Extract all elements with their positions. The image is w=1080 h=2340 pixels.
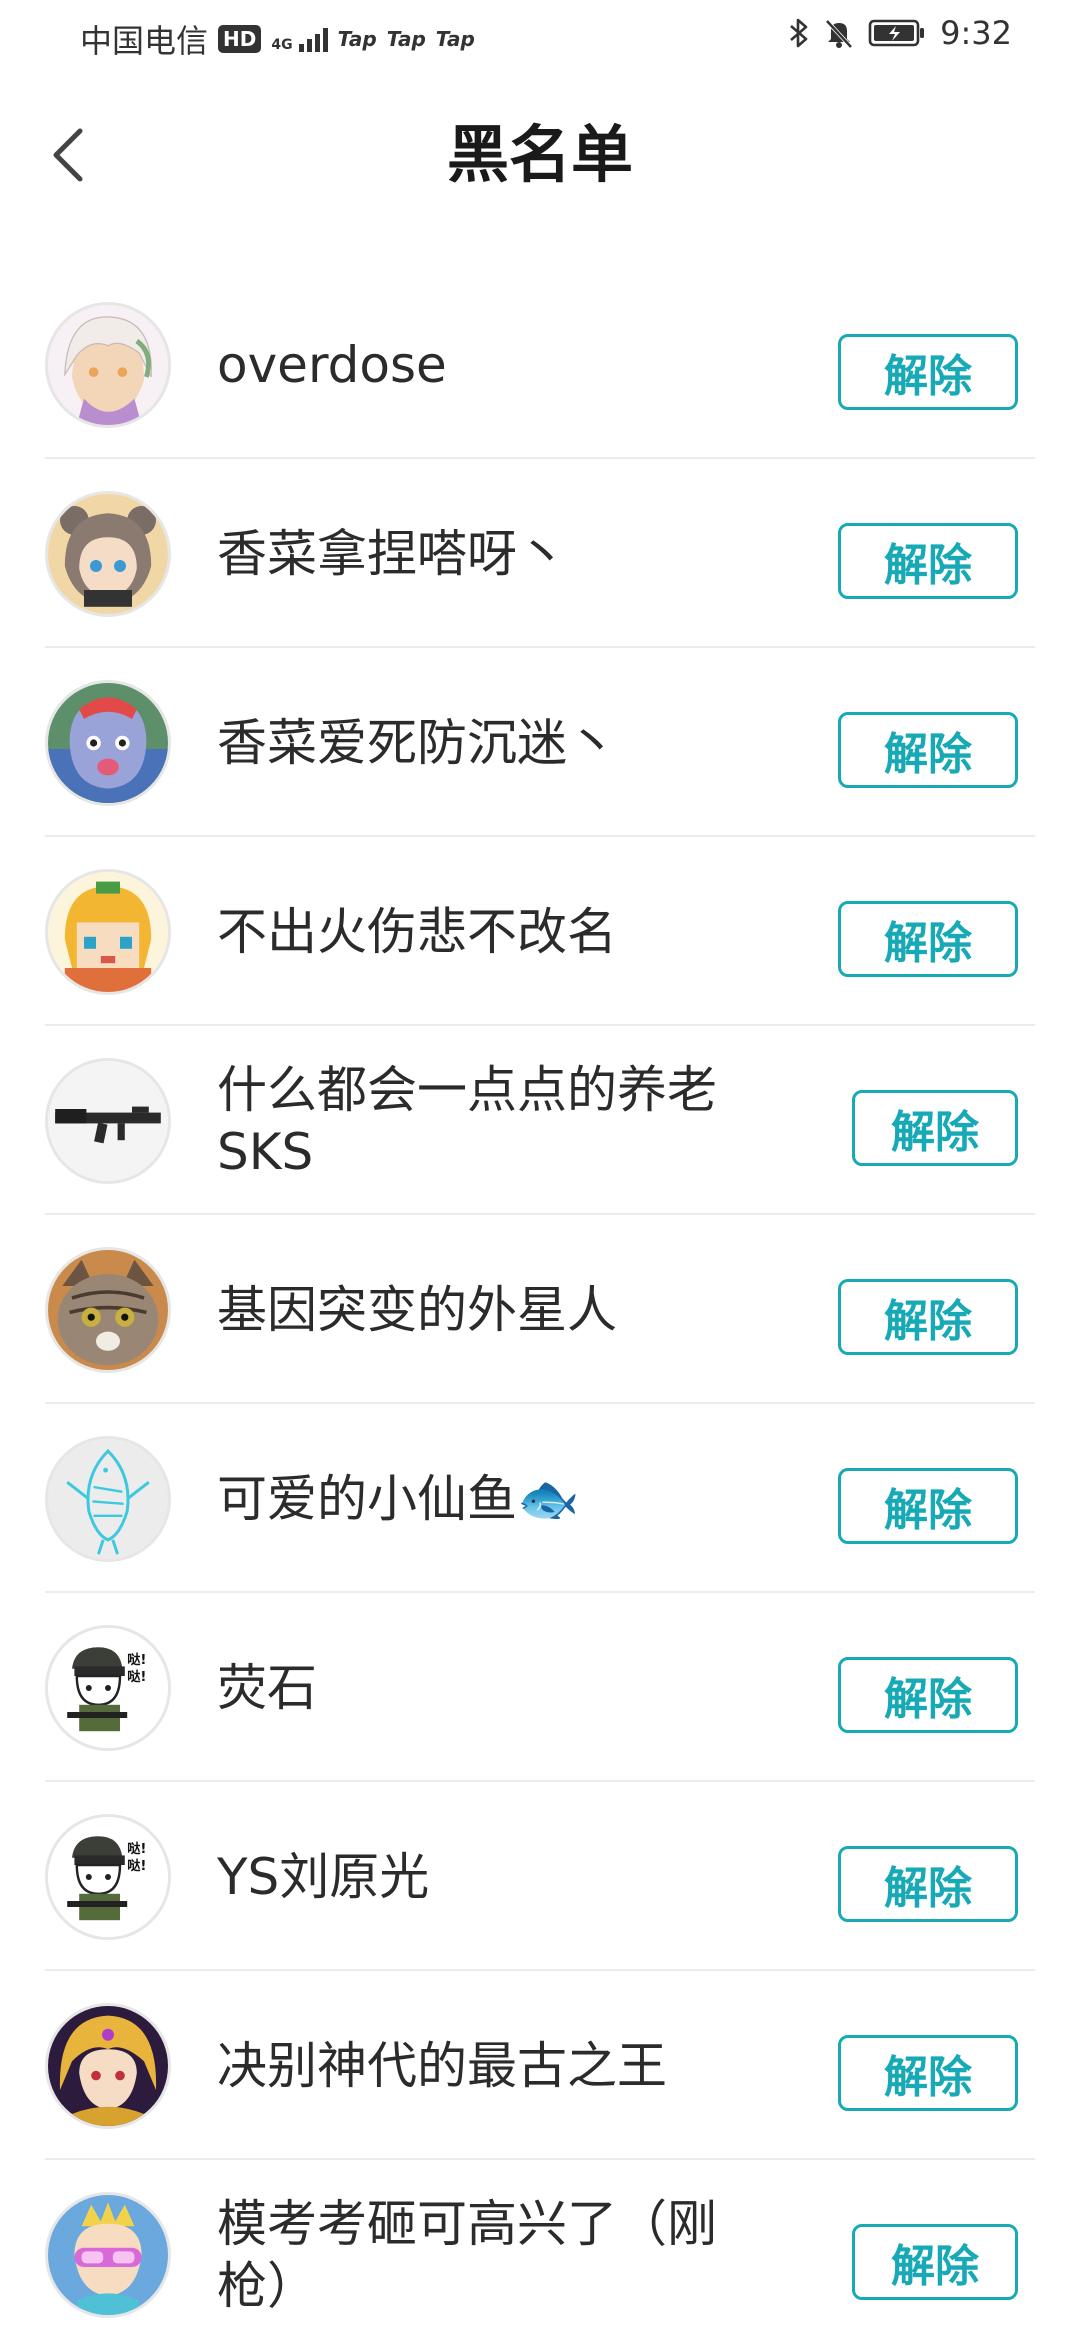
username: 不出火伤悲不改名 (217, 902, 617, 961)
user-avatar[interactable] (45, 869, 171, 995)
signal-icon: 4G (271, 26, 328, 53)
blacklist-row: 模考考砸可高兴了（刚枪） 解除 (0, 2160, 1080, 2340)
username: 什么都会一点点的养老SKS (217, 1060, 717, 1181)
hd-badge: HD (218, 25, 262, 53)
user-avatar[interactable] (45, 1058, 171, 1184)
clock: 9:32 (940, 14, 1012, 52)
unblock-button[interactable]: 解除 (838, 1468, 1018, 1544)
blacklist-row: 可爱的小仙鱼🐟 解除 (0, 1404, 1080, 1593)
username: 香菜爱死防沉迷丶 (217, 713, 617, 772)
unblock-button[interactable]: 解除 (838, 1846, 1018, 1922)
status-left: 中国电信 HD 4G Tap Tap Tap (80, 16, 475, 62)
svg-text:哒!: 哒! (127, 1651, 146, 1668)
svg-text:哒!: 哒! (127, 1668, 146, 1685)
user-avatar[interactable] (45, 2192, 171, 2318)
user-avatar[interactable] (45, 2003, 171, 2129)
page-title: 黑名单 (446, 118, 633, 191)
app-notification-tap-2: Tap (386, 27, 426, 51)
user-avatar[interactable] (45, 1436, 171, 1562)
blacklist-row: 基因突变的外星人 解除 (0, 1215, 1080, 1404)
username: 模考考砸可高兴了（刚枪） (217, 2194, 717, 2315)
user-avatar[interactable] (45, 302, 171, 428)
user-avatar[interactable]: 哒! 哒! (45, 1625, 171, 1751)
blacklist-row: 香菜爱死防沉迷丶 解除 (0, 648, 1080, 837)
blacklist-row: 什么都会一点点的养老SKS 解除 (0, 1026, 1080, 1215)
network-label: 4G (271, 37, 293, 53)
user-avatar[interactable] (45, 1247, 171, 1373)
blacklist-row: 决别神代的最古之王 解除 (0, 1971, 1080, 2160)
unblock-button[interactable]: 解除 (838, 712, 1018, 788)
username: 荧石 (217, 1658, 317, 1717)
mute-bell-icon (824, 17, 854, 49)
unblock-button[interactable]: 解除 (838, 2035, 1018, 2111)
app-notification-tap-1: Tap (337, 27, 377, 51)
unblock-button[interactable]: 解除 (852, 2224, 1018, 2300)
blacklist-row: 香菜拿捏嗒呀丶 解除 (0, 459, 1080, 648)
unblock-button[interactable]: 解除 (838, 334, 1018, 410)
user-avatar[interactable] (45, 680, 171, 806)
username: 可爱的小仙鱼🐟 (217, 1469, 580, 1528)
unblock-button[interactable]: 解除 (838, 1657, 1018, 1733)
blacklist-row: 不出火伤悲不改名 解除 (0, 837, 1080, 1026)
svg-text:哒!: 哒! (127, 1840, 146, 1857)
status-right: 9:32 (788, 14, 1012, 52)
username: 基因突变的外星人 (217, 1280, 617, 1339)
app-notification-tap-3: Tap (435, 27, 475, 51)
unblock-button[interactable]: 解除 (838, 523, 1018, 599)
unblock-button[interactable]: 解除 (838, 1279, 1018, 1355)
username: YS刘原光 (217, 1847, 430, 1906)
blacklist-list: overdose 解除 香菜拿捏嗒呀丶 解除 香菜爱死防沉迷丶 解除 不出火伤悲… (0, 270, 1080, 2340)
battery-icon (868, 18, 926, 48)
unblock-button[interactable]: 解除 (852, 1090, 1018, 1166)
blacklist-row: overdose 解除 (0, 270, 1080, 459)
blacklist-row: 哒! 哒! YS刘原光 解除 (0, 1782, 1080, 1971)
carrier-label: 中国电信 (80, 22, 209, 60)
blacklist-row: 哒! 哒! 荧石 解除 (0, 1593, 1080, 1782)
username: 香菜拿捏嗒呀丶 (217, 524, 567, 583)
status-bar: 中国电信 HD 4G Tap Tap Tap 9:32 (0, 0, 1080, 72)
username: 决别神代的最古之王 (217, 2036, 667, 2095)
user-avatar[interactable]: 哒! 哒! (45, 1814, 171, 1940)
user-avatar[interactable] (45, 491, 171, 617)
svg-text:哒!: 哒! (127, 1857, 146, 1874)
bluetooth-icon (788, 17, 810, 49)
unblock-button[interactable]: 解除 (838, 901, 1018, 977)
header: 黑名单 (0, 100, 1080, 210)
username: overdose (217, 335, 447, 394)
